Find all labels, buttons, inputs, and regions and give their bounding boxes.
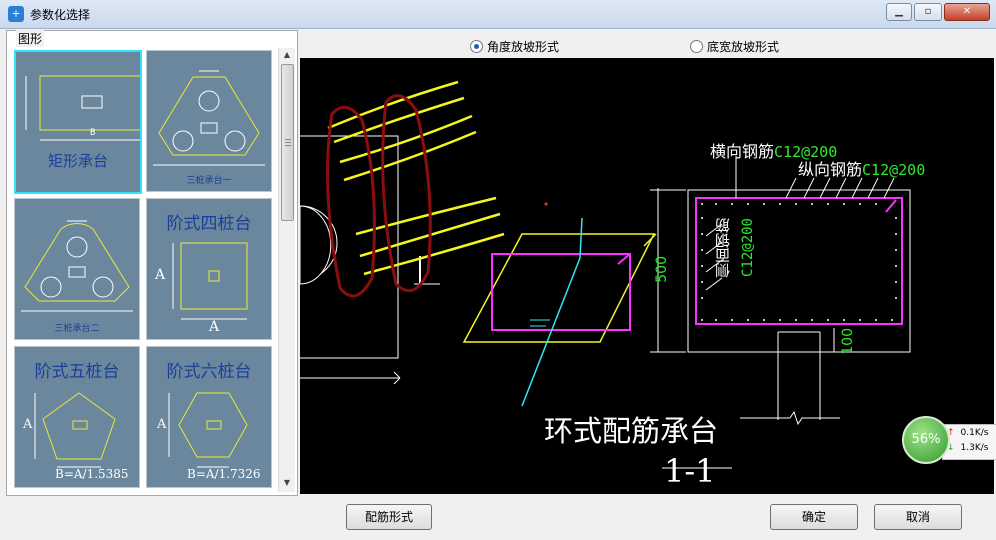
restore-icon: ▫ [924, 6, 932, 17]
radio-label: 角度放坡形式 [487, 40, 560, 54]
dim-label: A [157, 417, 167, 432]
cancel-button[interactable]: 取消 [874, 504, 962, 530]
thumb-rect-cap[interactable]: B 矩形承台 [14, 50, 142, 194]
thumb-stepped-four[interactable]: 阶式四桩台 A A [146, 198, 272, 340]
longitudinal-rebar-label: 纵向钢筋C12@200 [798, 160, 926, 179]
scroll-thumb[interactable] [281, 64, 294, 221]
thumb-three-pile-1[interactable]: 三桩承台一 [146, 50, 272, 192]
radio-bottom-width-slope[interactable]: 底宽放坡形式 [690, 38, 779, 55]
close-button[interactable]: ✕ [944, 3, 990, 21]
thumbnail-scrollbar[interactable]: ▲ ▼ [278, 48, 295, 492]
app-icon: + [8, 6, 24, 22]
panel-label: 图形 [16, 30, 45, 47]
title-bar: + 参数化选择 ▁ ▫ ✕ [0, 0, 996, 29]
thumb-three-pile-2[interactable]: 三桩承台二 [14, 198, 140, 340]
three-pile-1-drawing [153, 70, 265, 166]
minimize-icon: ▁ [895, 6, 903, 17]
canvas-title: 环式配筋承台 [544, 414, 719, 448]
scroll-down-icon[interactable]: ▼ [279, 476, 295, 490]
thumb-label: 阶式六桩台 [166, 362, 252, 382]
grip-line [285, 145, 291, 146]
formula-label: B=A/1.5385 [55, 467, 129, 481]
restore-button[interactable]: ▫ [914, 3, 942, 21]
download-speed: 1.3K/s [960, 443, 989, 453]
thumb-stepped-six[interactable]: 阶式六桩台 A B=A/1.7326 [146, 346, 272, 488]
radio-checked-icon[interactable] [470, 40, 483, 53]
radio-unchecked-icon[interactable] [690, 40, 703, 53]
upload-speed: 0.1K/s [960, 428, 989, 438]
side-rebar-value: C12@200 [740, 218, 756, 278]
radio-label: 底宽放坡形式 [707, 40, 780, 54]
side-rebar-label: 侧面钢筋 [714, 218, 732, 278]
dim-100: 100 [840, 328, 856, 355]
thumb-label: 矩形承台 [47, 152, 108, 170]
radio-angle-slope[interactable]: 角度放坡形式 [470, 38, 559, 55]
grip-line [285, 142, 291, 143]
scroll-up-icon[interactable]: ▲ [279, 48, 295, 62]
dim-label: A [155, 267, 166, 283]
dim-label: A [23, 417, 33, 432]
thumb-label: 阶式四桩台 [166, 214, 252, 234]
thumb-label: 阶式五桩台 [34, 362, 120, 382]
dim-label: B [90, 128, 96, 138]
window-title: 参数化选择 [30, 8, 91, 22]
cpu-usage-gauge: 56% [902, 416, 950, 464]
network-monitor-widget[interactable]: ↑ 0.1K/s ↓ 1.3K/s 56% [900, 414, 996, 464]
preview-canvas: 横向钢筋C12@200 纵向钢筋C12@200 侧面钢筋 C12@200 500… [300, 58, 994, 494]
thumb-stepped-five[interactable]: 阶式五桩台 A B=A/1.5385 [14, 346, 140, 488]
minimize-button[interactable]: ▁ [886, 3, 912, 21]
ok-button[interactable]: 确定 [770, 504, 858, 530]
thumb-label: 三桩承台一 [186, 176, 232, 186]
formula-label: B=A/1.7326 [187, 467, 261, 481]
rebar-form-button[interactable]: 配筋形式 [346, 504, 432, 530]
thumb-label: 三桩承台二 [54, 324, 100, 334]
thumbnail-list: B 矩形承台 三桩承台一 三桩承台二 阶式四桩台 A A 阶式五桩台 A B=A… [8, 48, 278, 490]
rect-cap-drawing [25, 75, 140, 141]
section-label: 1-1 [664, 452, 716, 490]
dim-500: 500 [654, 256, 670, 283]
close-icon: ✕ [962, 6, 972, 17]
three-pile-2-drawing [21, 220, 133, 312]
dim-label-bottom: A [209, 319, 220, 335]
grip-line [285, 139, 291, 140]
network-speed-box: ↑ 0.1K/s ↓ 1.3K/s [942, 424, 996, 460]
